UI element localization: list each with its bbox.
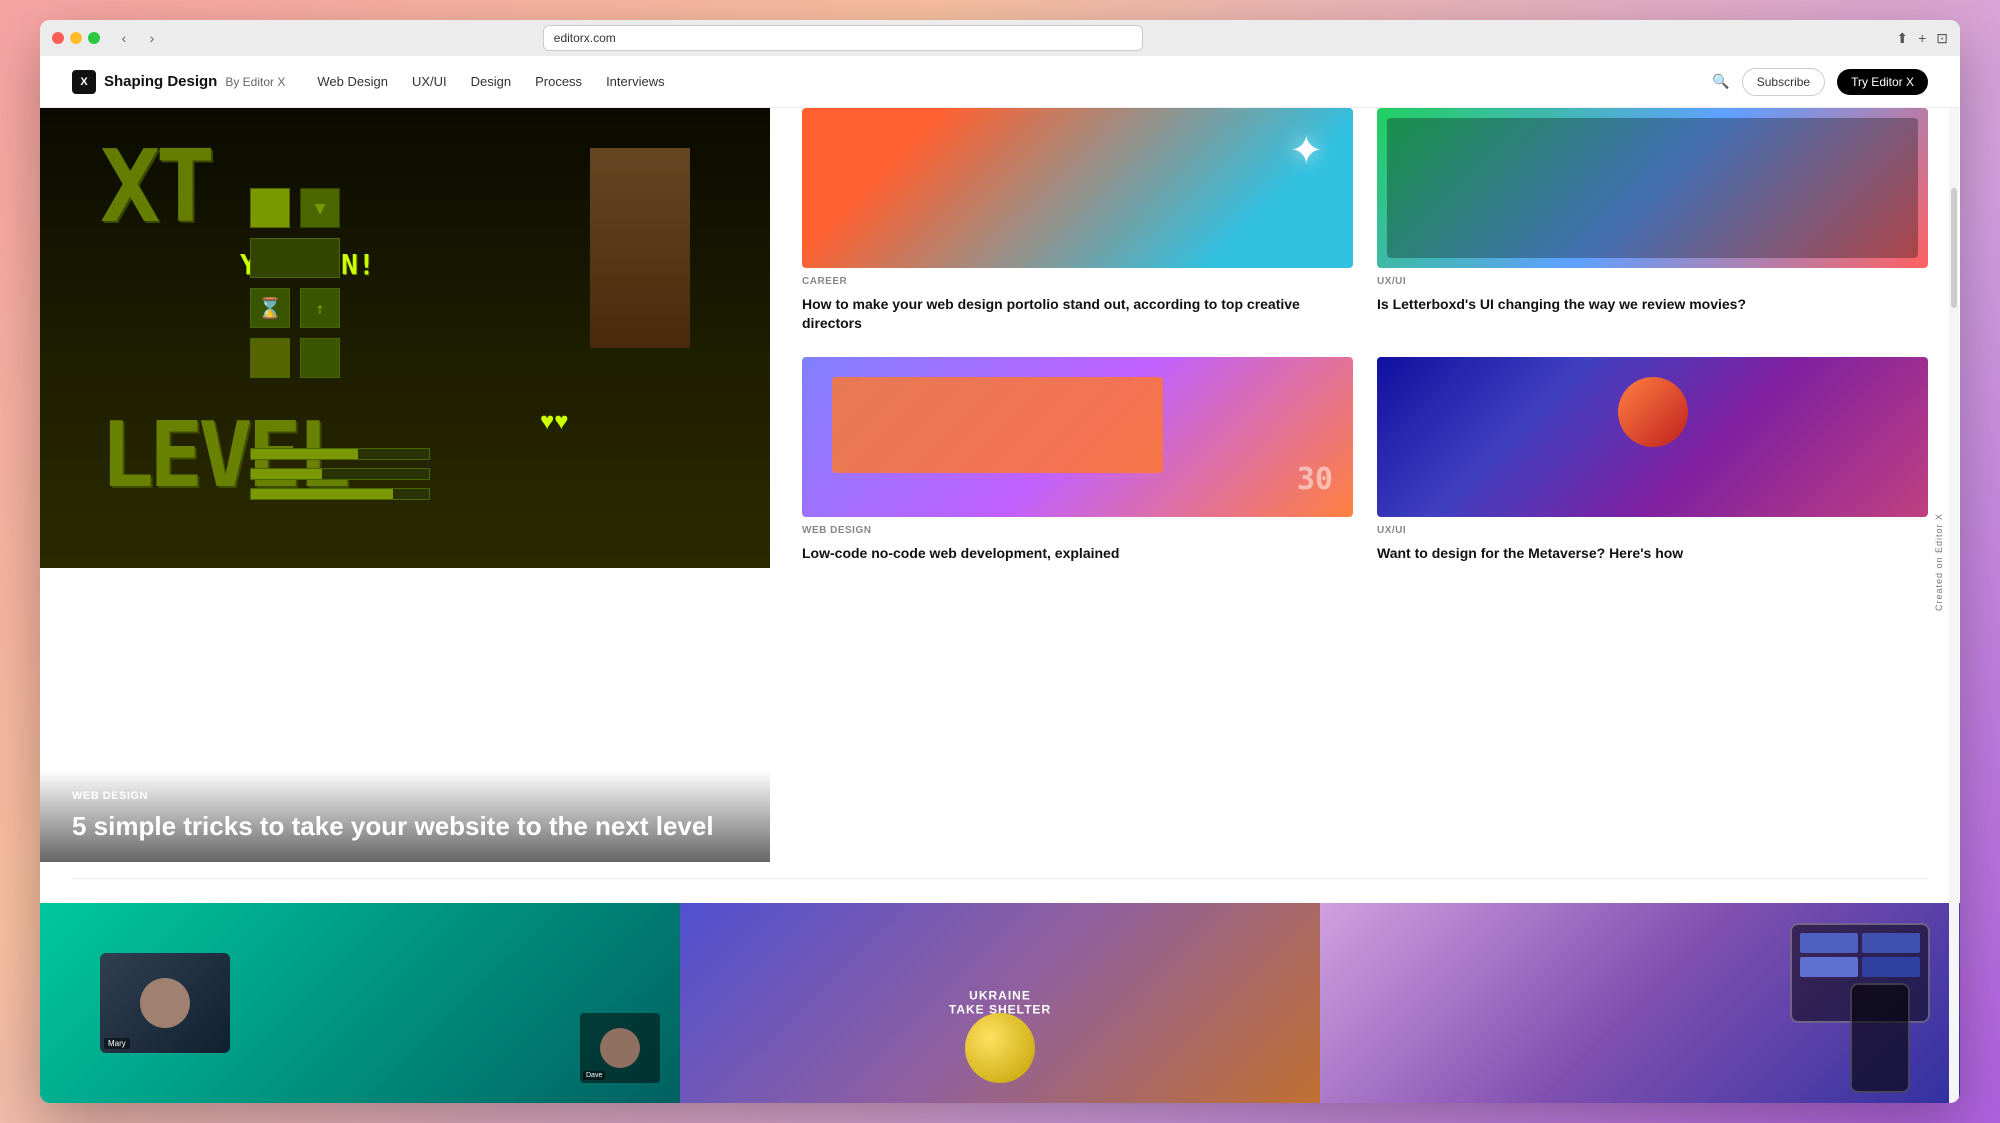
yellow-ball <box>965 1013 1035 1083</box>
ukraine-title: UKRAINE <box>949 989 1051 1003</box>
browser-scrollbar[interactable] <box>1949 108 1959 1103</box>
article-category-3: WEB DESIGN <box>802 525 1353 536</box>
hero-image: XT YOU WIN! LEVEL ▼ ⌛ ↑ <box>40 108 770 568</box>
nav-process[interactable]: Process <box>535 74 582 89</box>
bottom-thumbnails: Mary Dave <box>40 903 1960 1103</box>
article-category-1: CAREER <box>802 276 1353 287</box>
game-text-xt: XT <box>100 128 210 245</box>
article-title-4: Want to design for the Metaverse? Here's… <box>1377 544 1928 563</box>
browser-titlebar: ‹ › editorx.com ⬆ + ⊡ <box>40 20 1960 56</box>
nav-web-design[interactable]: Web Design <box>317 74 388 89</box>
nav-links: Web Design UX/UI Design Process Intervie… <box>317 74 1712 89</box>
bottom-thumb-2[interactable]: UKRAINE TAKE SHELTER <box>680 903 1320 1103</box>
search-icon[interactable]: 🔍 <box>1712 73 1729 90</box>
back-button[interactable]: ‹ <box>114 28 134 48</box>
article-category-2: UX/UI <box>1377 276 1928 287</box>
person1-label: Mary <box>104 1038 130 1049</box>
bottom-thumb-1[interactable]: Mary Dave <box>40 903 680 1103</box>
article-title-3: Low-code no-code web development, explai… <box>802 544 1353 563</box>
bottom-thumb-3[interactable] <box>1320 903 1960 1103</box>
article-image-1 <box>802 108 1353 268</box>
articles-grid: CAREER How to make your web design porto… <box>802 108 1928 563</box>
scrollbar-handle[interactable] <box>1951 188 1957 308</box>
logo-symbol: X <box>80 76 87 88</box>
article-image-3 <box>802 357 1353 517</box>
url-text: editorx.com <box>554 31 616 45</box>
minimize-button[interactable] <box>70 32 82 44</box>
logo-subtitle: By Editor X <box>225 75 285 89</box>
right-panel: CAREER How to make your web design porto… <box>770 108 1960 862</box>
sidebar-icon[interactable]: ⊡ <box>1936 30 1948 47</box>
site-nav: X Shaping Design By Editor X Web Design … <box>40 56 1960 108</box>
close-button[interactable] <box>52 32 64 44</box>
browser-window: ‹ › editorx.com ⬆ + ⊡ X Shaping Design B… <box>40 20 1960 1103</box>
nav-uxui[interactable]: UX/UI <box>412 74 447 89</box>
editor-x-badge: Created on Editor X <box>1930 504 1948 618</box>
article-card-3[interactable]: WEB DESIGN Low-code no-code web developm… <box>802 357 1353 563</box>
hero-article-title: 5 simple tricks to take your website to … <box>72 810 738 843</box>
article-card-2[interactable]: UX/UI Is Letterboxd's UI changing the wa… <box>1377 108 1928 333</box>
video-overlay: Mary <box>100 953 230 1053</box>
site-content: XT YOU WIN! LEVEL ▼ ⌛ ↑ <box>40 108 1960 1103</box>
traffic-lights <box>52 32 100 44</box>
forward-button[interactable]: › <box>142 28 162 48</box>
subscribe-button[interactable]: Subscribe <box>1742 68 1825 96</box>
nav-interviews[interactable]: Interviews <box>606 74 665 89</box>
logo-name: Shaping Design <box>104 73 217 90</box>
person2-label: Dave <box>583 1071 605 1080</box>
game-background: XT YOU WIN! LEVEL ▼ ⌛ ↑ <box>40 108 770 568</box>
logo-icon: X <box>72 70 96 94</box>
maximize-button[interactable] <box>88 32 100 44</box>
toolbar-right: ⬆ + ⊡ <box>1896 30 1948 47</box>
share-icon[interactable]: ⬆ <box>1896 30 1908 47</box>
nav-actions: 🔍 Subscribe Try Editor X <box>1712 68 1928 96</box>
site-logo[interactable]: X Shaping Design By Editor X <box>72 70 285 94</box>
article-title-2: Is Letterboxd's UI changing the way we r… <box>1377 295 1928 314</box>
left-panel: XT YOU WIN! LEVEL ▼ ⌛ ↑ <box>40 108 770 862</box>
game-pixel-character <box>590 148 690 348</box>
section-divider <box>72 878 1928 879</box>
new-tab-icon[interactable]: + <box>1918 30 1926 46</box>
hero-article-overlay[interactable]: WEB DESIGN 5 simple tricks to take your … <box>40 770 770 863</box>
article-title-1: How to make your web design portolio sta… <box>802 295 1353 333</box>
nav-design[interactable]: Design <box>471 74 511 89</box>
address-bar[interactable]: editorx.com <box>543 25 1143 51</box>
article-category-4: UX/UI <box>1377 525 1928 536</box>
try-editor-x-button[interactable]: Try Editor X <box>1837 69 1928 95</box>
article-image-2 <box>1377 108 1928 268</box>
content-area: XT YOU WIN! LEVEL ▼ ⌛ ↑ <box>40 108 1960 862</box>
article-card-1[interactable]: CAREER How to make your web design porto… <box>802 108 1353 333</box>
article-card-4[interactable]: UX/UI Want to design for the Metaverse? … <box>1377 357 1928 563</box>
article-image-4 <box>1377 357 1928 517</box>
hero-article-category: WEB DESIGN <box>72 790 738 802</box>
